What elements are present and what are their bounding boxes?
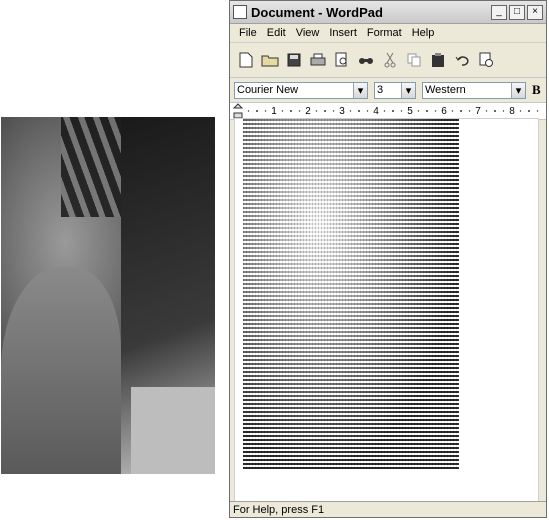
ruler-tick: [332, 110, 335, 112]
ruler-tick: [247, 110, 250, 112]
title-bar[interactable]: Document - WordPad _ □ ×: [230, 1, 546, 24]
ruler-tick: [315, 110, 318, 112]
print-preview-icon[interactable]: [332, 50, 352, 70]
bold-button[interactable]: B: [532, 82, 541, 98]
wordpad-window: Document - WordPad _ □ × File Edit View …: [229, 0, 547, 518]
ruler-ticks: 1 2 3 4 5 6 7 8: [232, 103, 539, 119]
wordpad-app-icon[interactable]: [233, 5, 247, 19]
ruler-tick: [400, 110, 403, 112]
chevron-down-icon[interactable]: ▾: [353, 82, 367, 98]
ruler-label: 1: [271, 106, 277, 117]
font-size-select[interactable]: 3 ▾: [374, 81, 416, 99]
menu-bar: File Edit View Insert Format Help: [230, 24, 546, 43]
save-icon[interactable]: [284, 50, 304, 70]
ruler-tick: [256, 110, 258, 112]
ruler-label: 2: [305, 106, 311, 117]
menu-file[interactable]: File: [234, 27, 262, 39]
ruler-tick: [417, 110, 420, 112]
date-time-icon[interactable]: [476, 50, 496, 70]
menu-insert[interactable]: Insert: [324, 27, 362, 39]
indent-marker-icon: [232, 103, 244, 119]
find-icon[interactable]: [356, 50, 376, 70]
ruler-label: 5: [407, 106, 413, 117]
chevron-down-icon[interactable]: ▾: [401, 82, 415, 98]
font-script-select[interactable]: Western ▾: [422, 81, 526, 99]
ascii-art-text: [243, 119, 459, 469]
document-area[interactable]: [234, 118, 539, 502]
format-toolbar: Courier New ▾ 3 ▾ Western ▾ B: [230, 78, 546, 103]
ruler-tick: [324, 110, 326, 112]
ruler-tick: [528, 110, 530, 112]
minimize-button[interactable]: _: [491, 4, 507, 20]
ruler-tick: [460, 110, 462, 112]
standard-toolbar: [230, 43, 546, 78]
ruler-label: 4: [373, 106, 379, 117]
status-text: For Help, press F1: [233, 503, 325, 516]
font-name-select[interactable]: Courier New ▾: [234, 81, 368, 99]
ruler-tick: [426, 110, 428, 112]
ruler-label: 6: [441, 106, 447, 117]
ruler-tick: [298, 110, 301, 112]
ruler-tick: [468, 110, 471, 112]
ruler-tick: [485, 110, 488, 112]
chevron-down-icon[interactable]: ▾: [511, 82, 525, 98]
open-folder-icon[interactable]: [260, 50, 280, 70]
close-button[interactable]: ×: [527, 4, 543, 20]
menu-edit[interactable]: Edit: [262, 27, 291, 39]
ruler-tick: [519, 110, 522, 112]
ruler-tick: [536, 110, 539, 112]
ruler-tick: [392, 110, 394, 112]
window-title: Document - WordPad: [251, 4, 383, 20]
menu-format[interactable]: Format: [362, 27, 407, 39]
menu-help[interactable]: Help: [407, 27, 440, 39]
ruler-label: 3: [339, 106, 345, 117]
paste-icon[interactable]: [428, 50, 448, 70]
ruler-tick: [264, 110, 267, 112]
ruler-tick: [290, 110, 292, 112]
ruler-label: 8: [509, 106, 515, 117]
menu-view[interactable]: View: [291, 27, 325, 39]
ruler-tick: [358, 110, 360, 112]
ruler-tick: [502, 110, 505, 112]
ruler-tick: [494, 110, 496, 112]
ruler-tick: [366, 110, 369, 112]
print-icon[interactable]: [308, 50, 328, 70]
source-photo: [1, 117, 215, 474]
status-bar: For Help, press F1: [230, 501, 546, 517]
font-script-value: Western: [425, 84, 466, 96]
ruler-tick: [349, 110, 352, 112]
new-document-icon[interactable]: [236, 50, 256, 70]
copy-icon[interactable]: [404, 50, 424, 70]
ruler-tick: [434, 110, 437, 112]
font-name-value: Courier New: [237, 84, 299, 96]
maximize-button[interactable]: □: [509, 4, 525, 20]
ruler-tick: [281, 110, 284, 112]
cut-icon[interactable]: [380, 50, 400, 70]
ruler-label: 7: [475, 106, 481, 117]
ruler-tick: [383, 110, 386, 112]
undo-icon[interactable]: [452, 50, 472, 70]
ruler-tick: [451, 110, 454, 112]
font-size-value: 3: [377, 84, 384, 96]
